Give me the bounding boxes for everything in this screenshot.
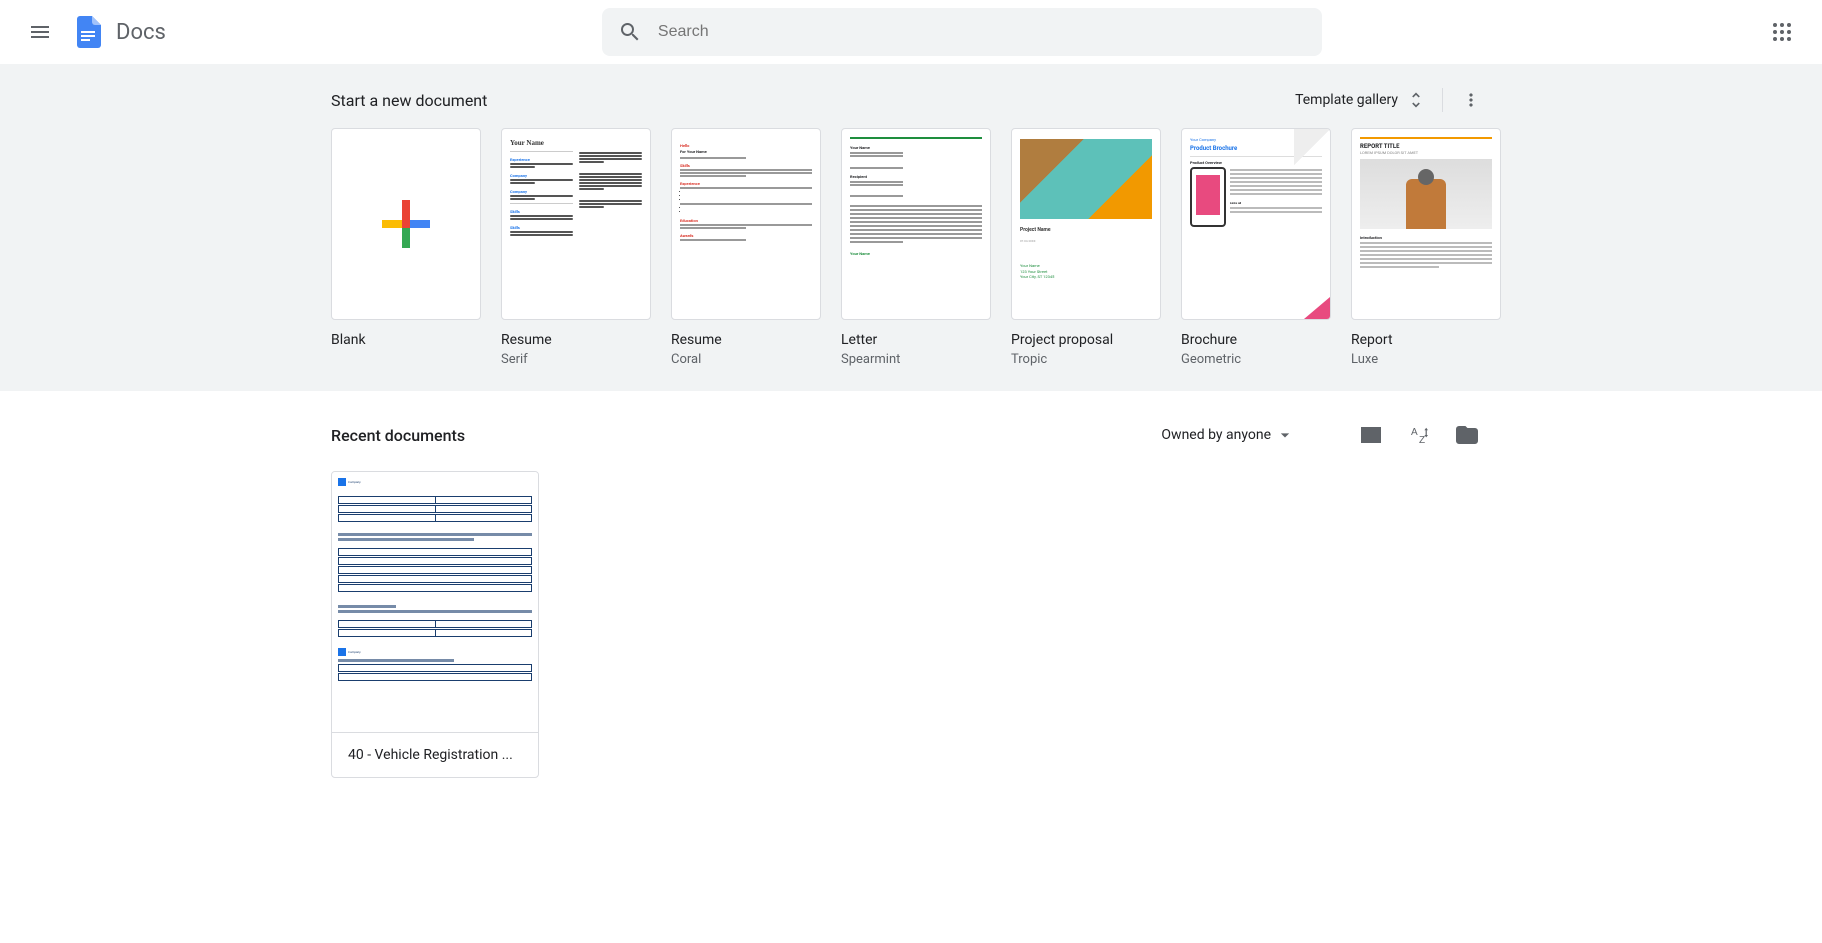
main-menu-button[interactable] — [16, 8, 64, 56]
template-gallery-label: Template gallery — [1295, 92, 1398, 108]
template-resume-serif[interactable]: Your Name Experience Company Company Ski… — [501, 128, 651, 367]
template-name: Brochure — [1181, 332, 1331, 348]
template-thumb: Your Name Experience Company Company Ski… — [501, 128, 651, 320]
svg-text:A: A — [1411, 427, 1418, 438]
hamburger-icon — [28, 20, 52, 44]
template-blank[interactable]: Blank — [331, 128, 481, 367]
unfold-icon — [1406, 90, 1426, 110]
thumb-text: Introduction — [1360, 235, 1492, 240]
app-title: Docs — [116, 20, 166, 45]
search-input[interactable] — [658, 23, 1306, 41]
document-thumbnail: Company — [332, 472, 538, 732]
template-report-luxe[interactable]: REPORT TITLE LOREM IPSUM DOLOR SIT AMET … — [1351, 128, 1501, 367]
document-title: 40 - Vehicle Registration ... — [348, 747, 522, 763]
plus-icon — [382, 200, 430, 248]
template-gallery-button[interactable]: Template gallery — [1287, 82, 1434, 118]
template-name: Resume — [501, 332, 651, 348]
template-sub: Coral — [671, 352, 821, 367]
template-thumb: Your Company Product Brochure Product Ov… — [1181, 128, 1331, 320]
template-heading: Start a new document — [331, 91, 1287, 110]
template-thumb: Your Name Recipient — [841, 128, 991, 320]
svg-text:Z: Z — [1419, 435, 1425, 446]
thumb-text: For Your Name — [680, 149, 812, 154]
document-footer: 40 - Vehicle Registration ... — [332, 732, 538, 777]
list-icon — [1359, 423, 1383, 447]
divider — [1442, 88, 1443, 112]
ownership-filter[interactable]: Owned by anyone — [1149, 425, 1307, 445]
docs-logo[interactable] — [68, 12, 108, 52]
template-header: Start a new document Template gallery — [331, 80, 1491, 120]
template-name: Letter — [841, 332, 991, 348]
ownership-filter-label: Owned by anyone — [1161, 427, 1271, 443]
dropdown-icon — [1275, 425, 1295, 445]
search-wrap — [166, 8, 1758, 56]
template-thumb: Project Name 07.04.20XX Your Name123 You… — [1011, 128, 1161, 320]
template-row: Blank Your Name Experience Company Compa… — [331, 128, 1491, 367]
open-file-picker-button[interactable] — [1443, 411, 1491, 459]
template-name: Resume — [671, 332, 821, 348]
apps-grid-icon — [1772, 22, 1792, 42]
template-sub: Serif — [501, 352, 651, 367]
more-vert-icon — [1461, 90, 1481, 110]
template-brochure-geometric[interactable]: Your Company Product Brochure Product Ov… — [1181, 128, 1331, 367]
template-name: Report — [1351, 332, 1501, 348]
list-view-button[interactable] — [1347, 411, 1395, 459]
header: Docs — [0, 0, 1822, 64]
template-thumb-blank — [331, 128, 481, 320]
template-section: Start a new document Template gallery Bl — [0, 64, 1822, 391]
template-sub: Geometric — [1181, 352, 1331, 367]
template-sub: Tropic — [1011, 352, 1161, 367]
thumb-text: Project Name — [1020, 227, 1152, 233]
template-thumb: Hello For Your Name Skills Experience Ed… — [671, 128, 821, 320]
thumb-text: Your Name — [510, 139, 573, 147]
template-sub: Luxe — [1351, 352, 1501, 367]
recent-section: Recent documents Owned by anyone AZ Comp… — [0, 391, 1822, 798]
template-name: Blank — [331, 332, 481, 348]
template-project-tropic[interactable]: Project Name 07.04.20XX Your Name123 You… — [1011, 128, 1161, 367]
recent-header: Recent documents Owned by anyone AZ — [331, 411, 1491, 459]
sort-button[interactable]: AZ — [1395, 411, 1443, 459]
thumb-text: REPORT TITLE — [1360, 143, 1492, 150]
template-letter-spearmint[interactable]: Your Name Recipient — [841, 128, 991, 367]
template-thumb: REPORT TITLE LOREM IPSUM DOLOR SIT AMET … — [1351, 128, 1501, 320]
template-sub: Spearmint — [841, 352, 991, 367]
search-bar[interactable] — [602, 8, 1322, 56]
recent-grid: Company — [331, 471, 1491, 778]
docs-icon — [70, 14, 106, 50]
template-more-button[interactable] — [1451, 80, 1491, 120]
sort-az-icon: AZ — [1407, 423, 1431, 447]
google-apps-button[interactable] — [1758, 8, 1806, 56]
folder-icon — [1455, 423, 1479, 447]
template-resume-coral[interactable]: Hello For Your Name Skills Experience Ed… — [671, 128, 821, 367]
document-card[interactable]: Company — [331, 471, 539, 778]
thumb-text: LOREM IPSUM DOLOR SIT AMET — [1360, 150, 1492, 155]
search-icon — [618, 20, 642, 44]
recent-heading: Recent documents — [331, 426, 1149, 445]
template-name: Project proposal — [1011, 332, 1161, 348]
